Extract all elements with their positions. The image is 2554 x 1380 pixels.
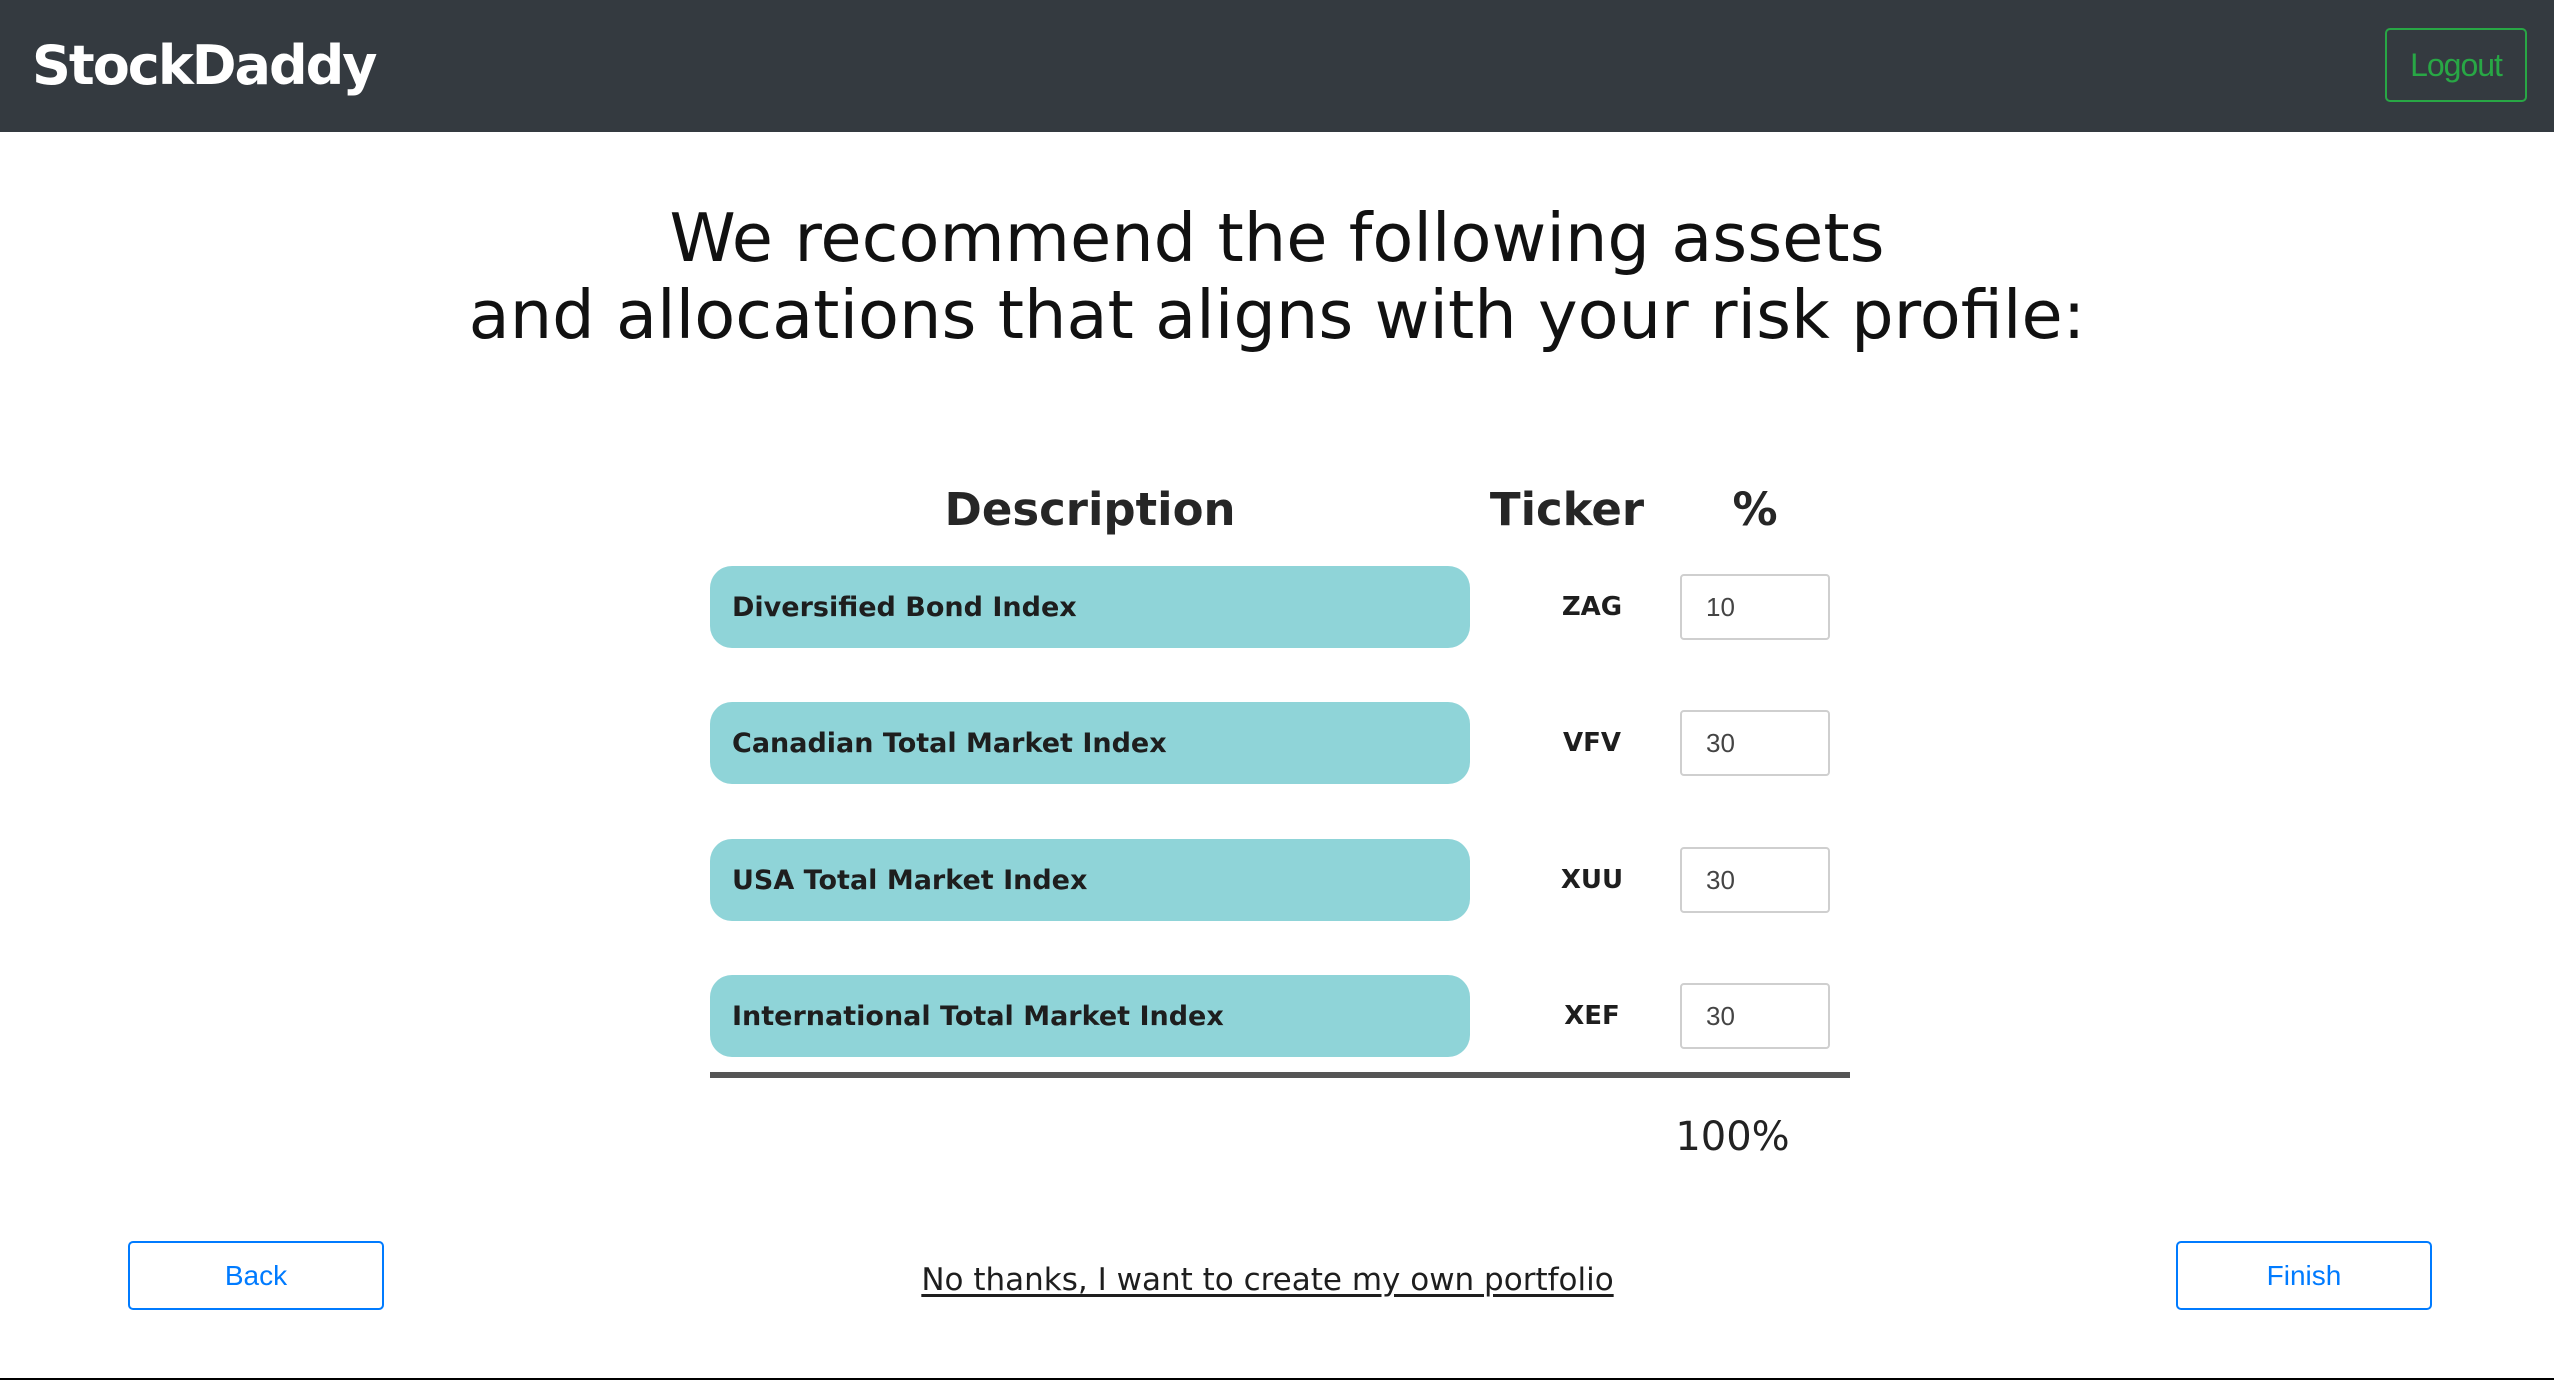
allocation-row: International Total Market Index XEF (710, 975, 1830, 1057)
asset-ticker: XEF (1564, 1001, 1620, 1031)
asset-description: Canadian Total Market Index (710, 702, 1470, 784)
asset-description: Diversified Bond Index (710, 566, 1470, 648)
asset-ticker: VFV (1562, 728, 1621, 758)
asset-ticker: ZAG (1561, 592, 1623, 622)
logout-button[interactable]: Logout (2385, 28, 2527, 102)
create-own-portfolio-link[interactable]: No thanks, I want to create my own portf… (0, 1262, 2535, 1298)
asset-ticker: XUU (1560, 865, 1624, 895)
allocation-total: 100% (1675, 1114, 1790, 1160)
brand-logo[interactable]: StockDaddy (32, 34, 377, 98)
allocation-percent-input[interactable] (1680, 983, 1830, 1049)
top-navbar: StockDaddy Logout (0, 0, 2554, 132)
allocation-row: USA Total Market Index XUU (710, 839, 1830, 921)
page-title-line-2: and allocations that aligns with your ri… (468, 276, 2086, 354)
page-title: We recommend the following assets and al… (0, 200, 2554, 354)
asset-description: USA Total Market Index (710, 839, 1470, 921)
page-title-line-1: We recommend the following assets (669, 199, 1885, 277)
asset-description: International Total Market Index (710, 975, 1470, 1057)
allocation-row: Diversified Bond Index ZAG (710, 566, 1830, 648)
column-header-ticker: Ticker (1489, 483, 1645, 536)
finish-button[interactable]: Finish (2176, 1241, 2432, 1310)
allocation-percent-input[interactable] (1680, 847, 1830, 913)
allocation-percent-input[interactable] (1680, 574, 1830, 640)
total-divider (710, 1072, 1850, 1078)
allocation-row: Canadian Total Market Index VFV (710, 702, 1830, 784)
column-header-percent: % (1732, 483, 1778, 536)
allocation-percent-input[interactable] (1680, 710, 1830, 776)
column-header-description: Description (944, 483, 1236, 536)
